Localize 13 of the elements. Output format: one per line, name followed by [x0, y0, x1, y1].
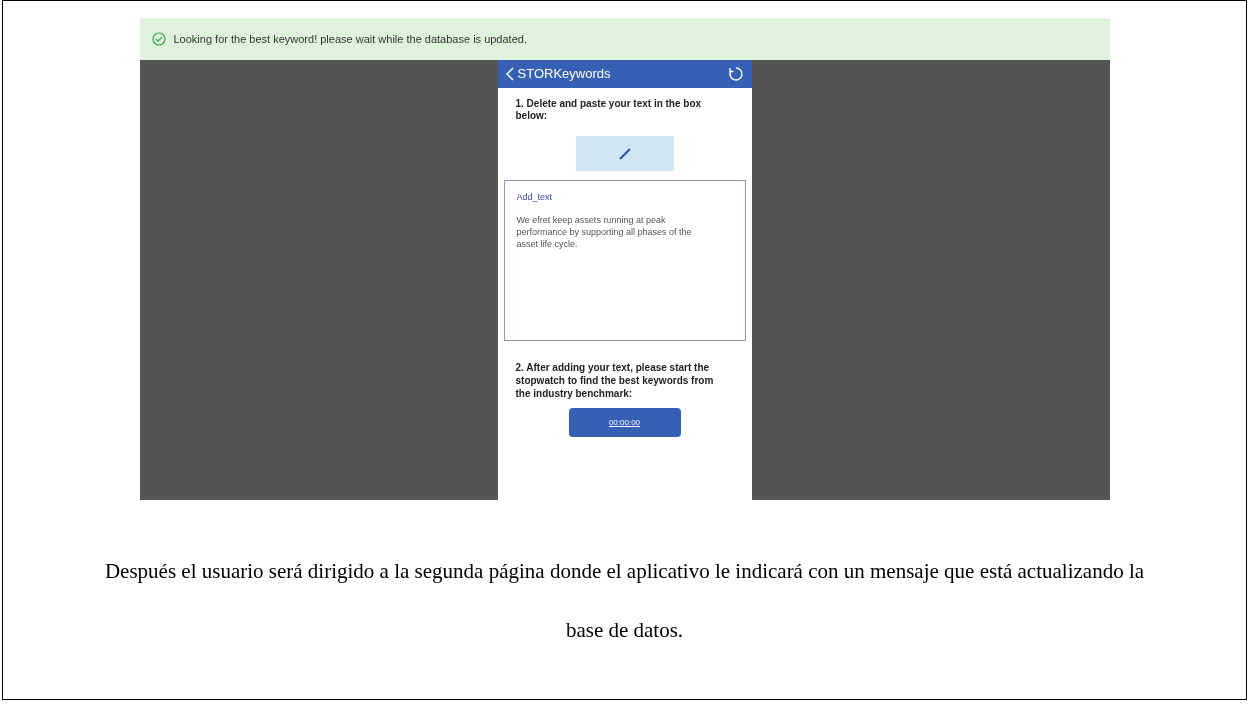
- caption-paragraph: Después el usuario será dirigido a la segunda página donde el aplicativo le indicará con un mensaje que está actualizando la base de datos.: [103, 558, 1146, 644]
- field-value: We efret keep assets running at peak performance by supporting all phases of the asset life cycle.: [516, 213, 693, 250]
- text-area[interactable]: Add_text We efret keep assets running at peak performance by supporting all phases of the asset life cycle.: [503, 180, 746, 341]
- refresh-icon[interactable]: [727, 66, 744, 82]
- step-instruction: 1. Delete and paste your text in the box below:: [515, 98, 703, 122]
- step-instruction: 2. After adding your text, please start the stopwatch to find the best keywords from the industry benchmark:: [515, 361, 715, 400]
- field-label: Add_text: [516, 191, 554, 204]
- back-icon[interactable]: [505, 67, 514, 81]
- app-title: STORKeywords: [517, 65, 611, 84]
- checkmark-circle-icon: [151, 32, 166, 46]
- timer-button[interactable]: 00:00:00: [568, 408, 681, 437]
- notification-message: Looking for the best keyword! please wait while the database is updated.: [173, 31, 527, 47]
- pencil-icon: [617, 146, 632, 161]
